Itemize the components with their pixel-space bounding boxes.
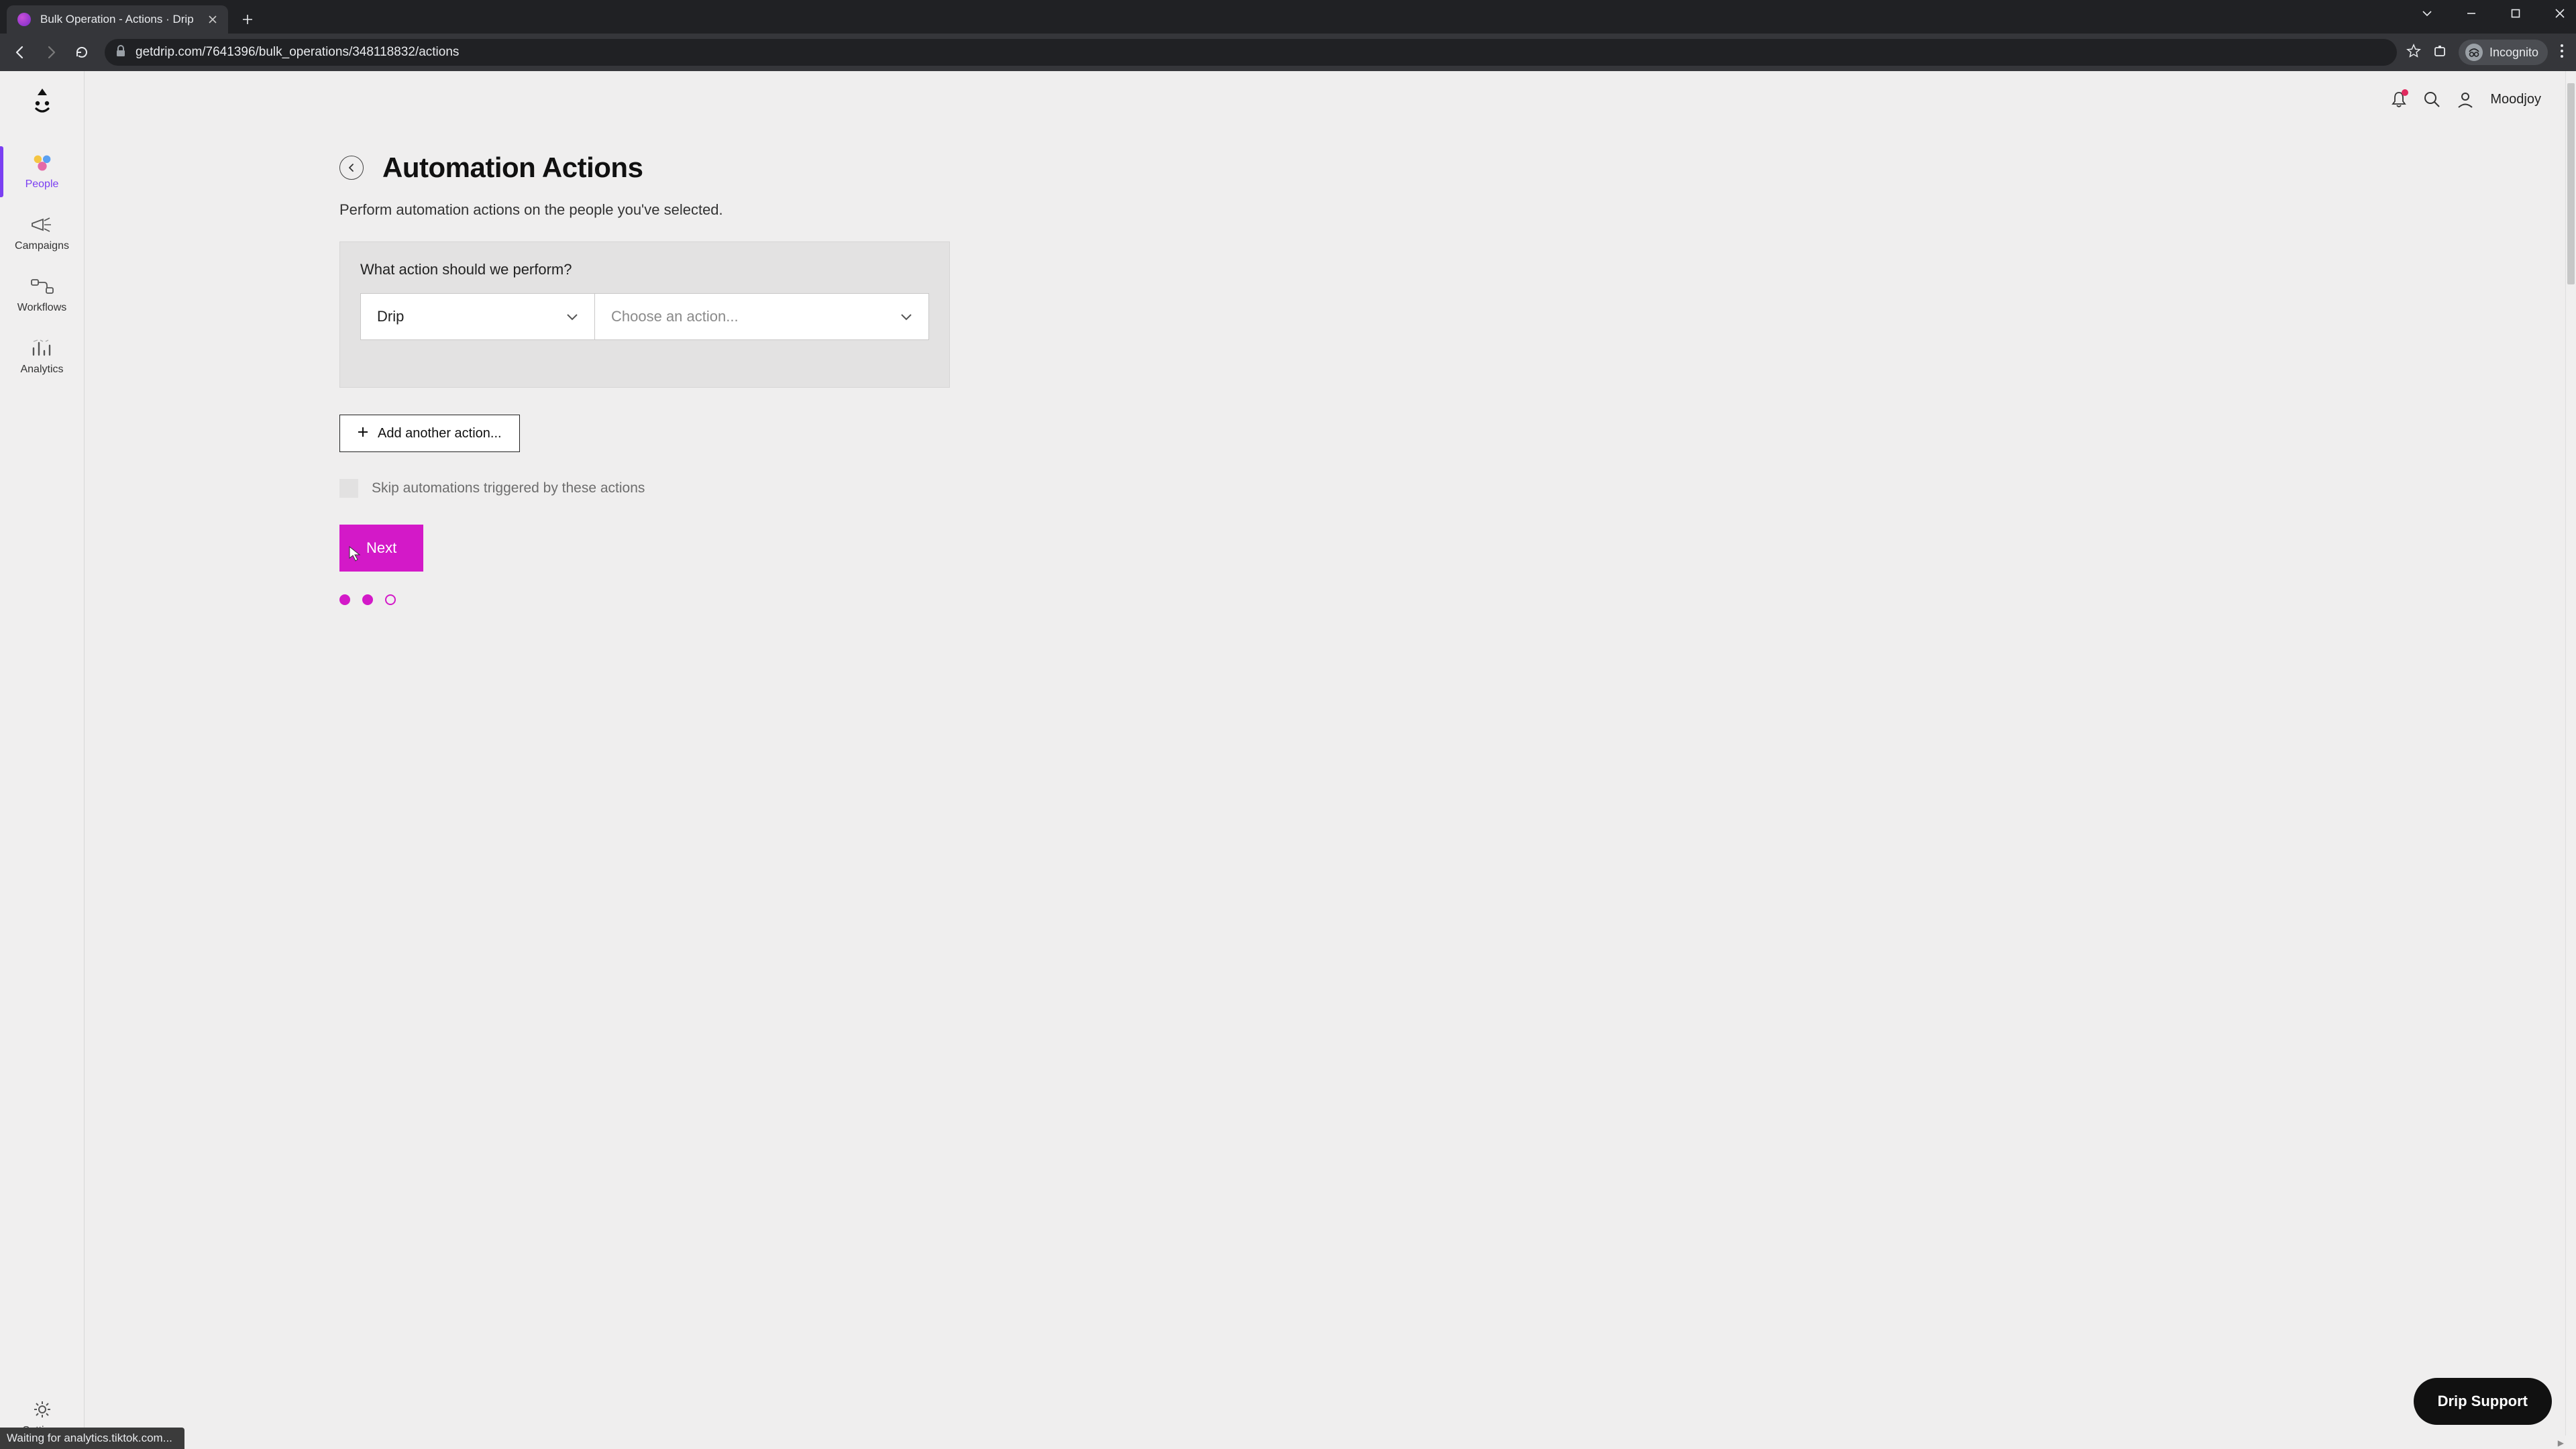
step-dot-1: [339, 594, 350, 605]
action-card: What action should we perform? Drip Choo…: [339, 241, 950, 388]
sidebar-item-label: Campaigns: [15, 240, 69, 252]
action-select[interactable]: Choose an action...: [595, 293, 929, 340]
sidebar-item-label: Analytics: [20, 364, 63, 376]
skip-checkbox[interactable]: [339, 479, 358, 498]
vertical-scrollbar[interactable]: [2565, 71, 2576, 1436]
close-tab-icon[interactable]: [207, 13, 219, 25]
browser-status-text: Waiting for analytics.tiktok.com...: [0, 1428, 184, 1449]
username-label[interactable]: Moodjoy: [2490, 92, 2541, 107]
nav-reload-button[interactable]: [68, 39, 95, 66]
support-label: Drip Support: [2438, 1393, 2528, 1409]
nav-forward-button[interactable]: [38, 39, 64, 66]
tab-strip: Bulk Operation - Actions · Drip: [0, 0, 2576, 34]
search-icon[interactable]: [2423, 91, 2440, 108]
sidebar-item-people[interactable]: People: [0, 141, 84, 203]
main-content: Automation Actions Perform automation ac…: [85, 152, 2565, 605]
brand-logo[interactable]: [28, 86, 56, 114]
sidebar-item-workflows[interactable]: Workflows: [0, 264, 84, 326]
people-icon: [30, 153, 55, 173]
step-dot-3: [385, 594, 396, 605]
next-button[interactable]: Next: [339, 525, 423, 572]
plus-icon: [358, 426, 368, 441]
provider-select[interactable]: Drip: [360, 293, 595, 340]
window-controls: [2414, 0, 2573, 30]
incognito-icon: [2465, 44, 2483, 61]
hscroll-right-arrow-icon[interactable]: ▶: [2558, 1438, 2564, 1448]
chevron-down-icon: [566, 308, 578, 325]
tab-favicon: [17, 13, 31, 26]
window-minimize-icon[interactable]: [2458, 9, 2485, 21]
page-title: Automation Actions: [382, 152, 643, 184]
support-button[interactable]: Drip Support: [2414, 1378, 2552, 1425]
action-placeholder: Choose an action...: [611, 308, 739, 325]
incognito-badge[interactable]: Incognito: [2459, 40, 2548, 65]
lock-icon: [115, 45, 126, 60]
sidebar-item-label: Workflows: [17, 302, 67, 314]
page-viewport: People Campaigns Workflows Analytics: [0, 71, 2576, 1449]
skip-label: Skip automations triggered by these acti…: [372, 480, 645, 496]
analytics-icon: [30, 338, 55, 358]
tabs-dropdown-icon[interactable]: [2414, 8, 2440, 22]
gear-icon: [30, 1399, 55, 1419]
next-label: Next: [366, 539, 396, 556]
step-indicator: [339, 594, 2565, 605]
workflows-icon: [30, 276, 55, 297]
add-action-button[interactable]: Add another action...: [339, 415, 520, 452]
url-input[interactable]: getdrip.com/7641396/bulk_operations/3481…: [105, 39, 2397, 66]
incognito-label: Incognito: [2489, 46, 2538, 60]
bookmark-star-icon[interactable]: [2406, 44, 2421, 62]
browser-tab[interactable]: Bulk Operation - Actions · Drip: [7, 5, 228, 34]
nav-back-button[interactable]: [7, 39, 34, 66]
new-tab-button[interactable]: [236, 8, 259, 31]
chevron-down-icon: [900, 308, 912, 325]
app-topbar: Moodjoy: [85, 71, 2565, 127]
window-close-icon[interactable]: [2546, 9, 2573, 21]
extensions-icon[interactable]: [2433, 44, 2447, 61]
window-maximize-icon[interactable]: [2502, 9, 2529, 21]
provider-value: Drip: [377, 308, 404, 325]
user-icon[interactable]: [2457, 91, 2474, 108]
browser-menu-icon[interactable]: [2560, 44, 2564, 62]
page-subtitle: Perform automation actions on the people…: [339, 201, 2565, 219]
address-bar: getdrip.com/7641396/bulk_operations/3481…: [0, 34, 2576, 71]
tab-title: Bulk Operation - Actions · Drip: [40, 13, 197, 26]
card-question: What action should we perform?: [360, 261, 929, 278]
step-dot-2: [362, 594, 373, 605]
megaphone-icon: [30, 215, 55, 235]
back-button[interactable]: [339, 156, 364, 180]
sidebar: People Campaigns Workflows Analytics: [0, 71, 85, 1449]
sidebar-item-analytics[interactable]: Analytics: [0, 326, 84, 388]
sidebar-item-campaigns[interactable]: Campaigns: [0, 203, 84, 264]
url-text: getdrip.com/7641396/bulk_operations/3481…: [136, 45, 459, 60]
add-action-label: Add another action...: [378, 426, 502, 441]
sidebar-item-label: People: [25, 178, 59, 191]
notifications-icon[interactable]: [2391, 91, 2407, 108]
scrollbar-corner: [2565, 1436, 2576, 1449]
